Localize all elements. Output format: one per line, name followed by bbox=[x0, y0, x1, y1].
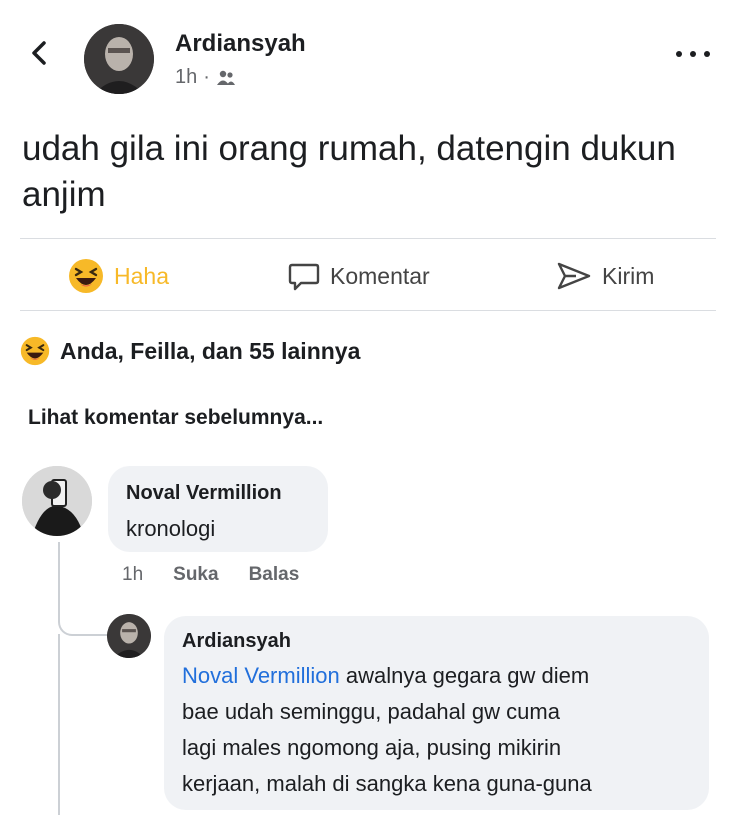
reactions-summary-text: Anda, Feilla, dan 55 lainnya bbox=[60, 337, 361, 364]
divider-top bbox=[20, 238, 716, 239]
more-dot-icon bbox=[676, 51, 682, 57]
friends-icon bbox=[216, 70, 235, 85]
send-button[interactable]: Kirim bbox=[556, 254, 654, 298]
meta-separator: · bbox=[203, 66, 210, 88]
post-meta: 1h · bbox=[175, 66, 236, 89]
post-text: udah gila ini orang rumah, datengin duku… bbox=[22, 129, 676, 214]
more-dot-icon bbox=[704, 51, 710, 57]
thread-line-extension bbox=[58, 634, 60, 815]
reply-line-1: Noval Vermillion awalnya gegara gw diem bbox=[182, 660, 589, 692]
divider-bottom bbox=[20, 310, 716, 311]
back-button[interactable] bbox=[24, 38, 54, 68]
more-dot-icon bbox=[690, 51, 696, 57]
reply-line-3: lagi males ngomong aja, pusing mikirin bbox=[182, 735, 562, 760]
comment-bubble: Noval Vermillion kronologi bbox=[108, 466, 328, 552]
reply-bubble: Ardiansyah Noval Vermillion awalnya gega… bbox=[164, 616, 709, 810]
haha-emoji-icon bbox=[69, 259, 103, 293]
more-options-button[interactable] bbox=[676, 46, 710, 62]
author-avatar[interactable] bbox=[84, 24, 154, 94]
haha-emoji-icon bbox=[20, 336, 50, 366]
post-time[interactable]: 1h bbox=[175, 66, 197, 89]
reply-line-4: kerjaan, malah di sangka kena guna-guna bbox=[182, 771, 592, 796]
reply-author-avatar[interactable] bbox=[107, 614, 151, 658]
reply-thread-line bbox=[58, 542, 112, 636]
comment-button[interactable]: Komentar bbox=[288, 254, 430, 298]
reply-author-name[interactable]: Ardiansyah bbox=[182, 630, 291, 653]
comment-icon bbox=[288, 263, 320, 291]
reply-line-2: bae udah seminggu, padahal gw cuma bbox=[182, 699, 560, 724]
reactions-summary[interactable]: Anda, Feilla, dan 55 lainnya bbox=[20, 336, 360, 366]
avatar-image bbox=[84, 24, 154, 94]
reply-button[interactable]: Balas bbox=[249, 564, 300, 586]
comment-label: Komentar bbox=[330, 262, 430, 289]
commenter-name[interactable]: Noval Vermillion bbox=[126, 482, 282, 505]
post-author-name[interactable]: Ardiansyah bbox=[175, 30, 306, 58]
like-button[interactable]: Suka bbox=[173, 564, 218, 586]
comment-time[interactable]: 1h bbox=[122, 564, 143, 586]
chevron-left-icon bbox=[32, 41, 46, 65]
comment-actions: 1h Suka Balas bbox=[122, 564, 299, 586]
mention-link[interactable]: Noval Vermillion bbox=[182, 663, 340, 688]
avatar-image bbox=[107, 614, 151, 658]
avatar-image bbox=[22, 466, 92, 536]
commenter-avatar[interactable] bbox=[22, 466, 92, 536]
send-label: Kirim bbox=[602, 262, 655, 289]
reply-text-1: awalnya gegara gw diem bbox=[339, 663, 590, 688]
comment-text: kronologi bbox=[126, 516, 216, 541]
view-previous-comments[interactable]: Lihat komentar sebelumnya... bbox=[28, 406, 323, 430]
haha-label: Haha bbox=[114, 262, 169, 289]
haha-button[interactable]: Haha bbox=[68, 254, 169, 298]
send-icon bbox=[557, 262, 591, 290]
